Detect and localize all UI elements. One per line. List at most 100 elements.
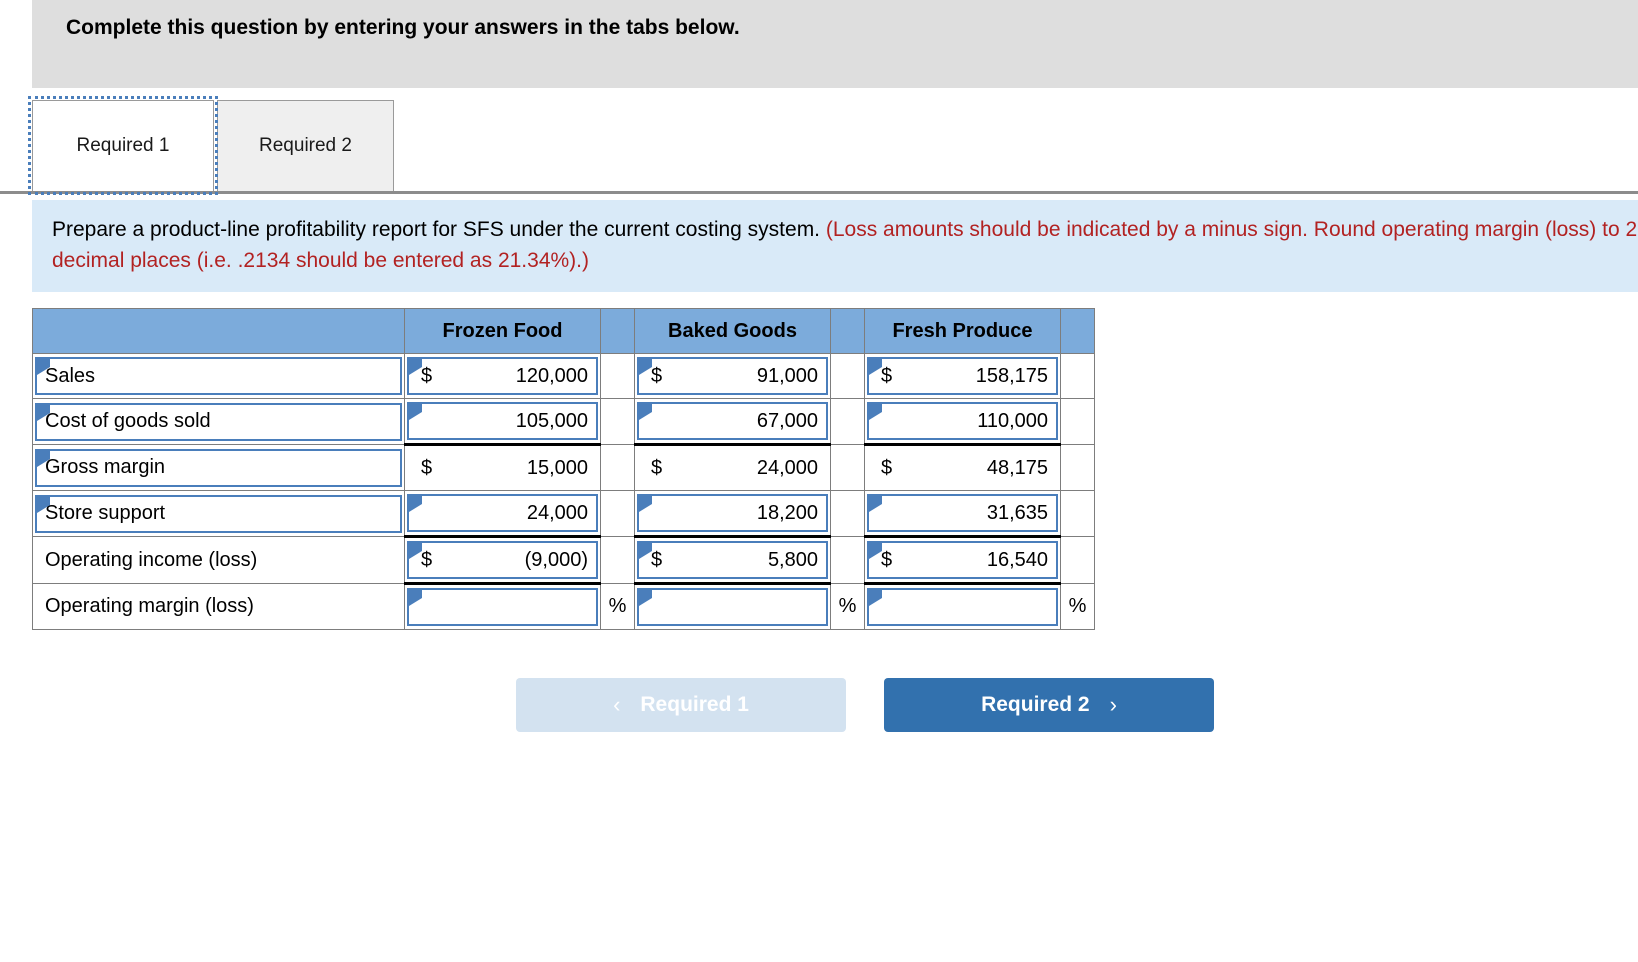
value-box-sales-fresh[interactable]: $ 158,175 <box>867 357 1058 395</box>
column-spacer-3 <box>1060 308 1095 354</box>
amount-value: 158,175 <box>975 364 1048 387</box>
value-cell-cogs-fresh[interactable]: 110,000 <box>864 398 1061 445</box>
row-label-cell-cogs[interactable]: Cost of goods sold <box>32 398 405 445</box>
table-header-row: Frozen Food Baked Goods Fresh Produce <box>32 308 1095 354</box>
value-cell-cogs-baked[interactable]: 67,000 <box>634 398 831 445</box>
spacer-cell <box>830 490 865 537</box>
value-cell-gross-margin-fresh: $ 48,175 <box>864 443 1061 491</box>
spacer-cell <box>830 444 865 491</box>
tab-required-2-label: Required 2 <box>259 135 352 156</box>
currency-symbol: $ <box>881 548 893 571</box>
column-header-blank <box>32 308 405 354</box>
profitability-report-table: Frozen Food Baked Goods Fresh Produce Sa… <box>32 308 1095 630</box>
column-header-baked-goods: Baked Goods <box>634 308 831 354</box>
value-box-sales-frozen[interactable]: $ 120,000 <box>407 357 598 395</box>
amount-value: (9,000) <box>524 548 588 571</box>
row-label-cell-gross-margin[interactable]: Gross margin <box>32 444 405 491</box>
value-box-operating-income-baked[interactable]: $ 5,800 <box>637 541 828 579</box>
chevron-left-icon: ‹ <box>613 692 621 717</box>
value-box-operating-margin-frozen[interactable] <box>407 588 598 626</box>
spacer-cell <box>830 536 865 584</box>
value-cell-operating-income-fresh[interactable]: $ 16,540 <box>864 535 1061 585</box>
column-spacer-2 <box>830 308 865 354</box>
value-cell-sales-baked[interactable]: $ 91,000 <box>634 353 831 399</box>
amount-value: 67,000 <box>756 409 818 432</box>
value-cell-operating-margin-baked[interactable] <box>634 583 831 630</box>
value-cell-store-support-frozen[interactable]: 24,000 <box>404 490 601 537</box>
currency-symbol: $ <box>651 548 663 571</box>
spacer-cell <box>600 490 635 537</box>
row-label-cell-store-support[interactable]: Store support <box>32 490 405 537</box>
value-box-cogs-fresh[interactable]: 110,000 <box>867 402 1058 440</box>
amount-value: 16,540 <box>986 548 1048 571</box>
amount-value: 18,200 <box>756 501 818 524</box>
amount-value: 91,000 <box>756 364 818 387</box>
value-cell-store-support-fresh[interactable]: 31,635 <box>864 490 1061 537</box>
value-box-operating-margin-fresh[interactable] <box>867 588 1058 626</box>
row-label-store-support: Store support <box>35 494 402 533</box>
currency-symbol: $ <box>421 548 433 571</box>
value-cell-operating-income-baked[interactable]: $ 5,800 <box>634 535 831 585</box>
row-label-cell-operating-margin: Operating margin (loss) <box>32 583 405 630</box>
row-label-cost-of-goods-sold: Cost of goods sold <box>35 402 402 441</box>
currency-symbol: $ <box>651 456 663 479</box>
previous-required-1-button[interactable]: ‹ Required 1 <box>516 678 846 732</box>
table-row: Sales $ 120,000 $ 91,000 $ 158,175 <box>32 353 1095 399</box>
value-cell-operating-income-frozen[interactable]: $ (9,000) <box>404 535 601 585</box>
value-box-store-support-fresh[interactable]: 31,635 <box>867 494 1058 532</box>
row-label-cell-sales[interactable]: Sales <box>32 353 405 399</box>
spacer-cell <box>600 536 635 584</box>
spacer-cell <box>600 398 635 445</box>
amount-value: 24,000 <box>756 456 818 479</box>
row-label-cell-operating-income: Operating income (loss) <box>32 536 405 584</box>
spacer-cell <box>1060 444 1095 491</box>
navigation-buttons: ‹ Required 1 Required 2 › <box>0 678 1638 734</box>
column-header-frozen-food: Frozen Food <box>404 308 601 354</box>
amount-value: 110,000 <box>977 409 1048 432</box>
value-box-operating-income-frozen[interactable]: $ (9,000) <box>407 541 598 579</box>
value-box-operating-income-fresh[interactable]: $ 16,540 <box>867 541 1058 579</box>
value-cell-operating-margin-fresh[interactable] <box>864 583 1061 630</box>
value-box-sales-baked[interactable]: $ 91,000 <box>637 357 828 395</box>
tab-required-1[interactable]: Required 1 <box>28 96 218 195</box>
spacer-cell <box>1060 490 1095 537</box>
amount-value: 5,800 <box>767 548 818 571</box>
chevron-right-icon: › <box>1109 692 1117 717</box>
currency-symbol: $ <box>881 456 893 479</box>
table-row: Gross margin $ 15,000 $ 24,000 $ 48,175 <box>32 443 1095 491</box>
amount-value: 15,000 <box>526 456 588 479</box>
value-box-store-support-frozen[interactable]: 24,000 <box>407 494 598 532</box>
spacer-cell <box>600 353 635 399</box>
spacer-cell <box>1060 536 1095 584</box>
value-box-gross-margin-baked: $ 24,000 <box>637 449 828 487</box>
currency-symbol: $ <box>421 364 433 387</box>
value-cell-gross-margin-baked: $ 24,000 <box>634 443 831 491</box>
value-cell-sales-frozen[interactable]: $ 120,000 <box>404 353 601 399</box>
amount-value: 48,175 <box>986 456 1048 479</box>
spacer-cell <box>1060 398 1095 445</box>
table-header: Frozen Food Baked Goods Fresh Produce <box>32 308 1095 354</box>
instruction-title: Complete this question by entering your … <box>66 16 740 39</box>
tab-required-2[interactable]: Required 2 <box>217 100 394 191</box>
instruction-band: Complete this question by entering your … <box>32 0 1638 88</box>
value-cell-store-support-baked[interactable]: 18,200 <box>634 490 831 537</box>
value-box-cogs-baked[interactable]: 67,000 <box>637 402 828 440</box>
value-box-gross-margin-frozen: $ 15,000 <box>407 449 598 487</box>
table-row: Operating income (loss) $ (9,000) $ 5,80… <box>32 535 1095 585</box>
next-required-2-button[interactable]: Required 2 › <box>884 678 1214 732</box>
value-box-operating-margin-baked[interactable] <box>637 588 828 626</box>
prompt-panel: Prepare a product-line profitability rep… <box>32 200 1638 292</box>
column-header-fresh-produce: Fresh Produce <box>864 308 1061 354</box>
value-box-cogs-frozen[interactable]: 105,000 <box>407 402 598 440</box>
table-body: Sales $ 120,000 $ 91,000 $ 158,175 Cost … <box>32 353 1095 630</box>
table-row: Operating margin (loss) % % % <box>32 583 1095 630</box>
value-box-store-support-baked[interactable]: 18,200 <box>637 494 828 532</box>
amount-value: 105,000 <box>515 409 588 432</box>
value-cell-sales-fresh[interactable]: $ 158,175 <box>864 353 1061 399</box>
prompt-text: Prepare a product-line profitability rep… <box>52 214 1638 276</box>
row-label-gross-margin: Gross margin <box>35 448 402 487</box>
percent-symbol-frozen: % <box>600 583 635 630</box>
value-cell-cogs-frozen[interactable]: 105,000 <box>404 398 601 445</box>
value-cell-operating-margin-frozen[interactable] <box>404 583 601 630</box>
tab-strip-underline <box>0 191 1638 194</box>
